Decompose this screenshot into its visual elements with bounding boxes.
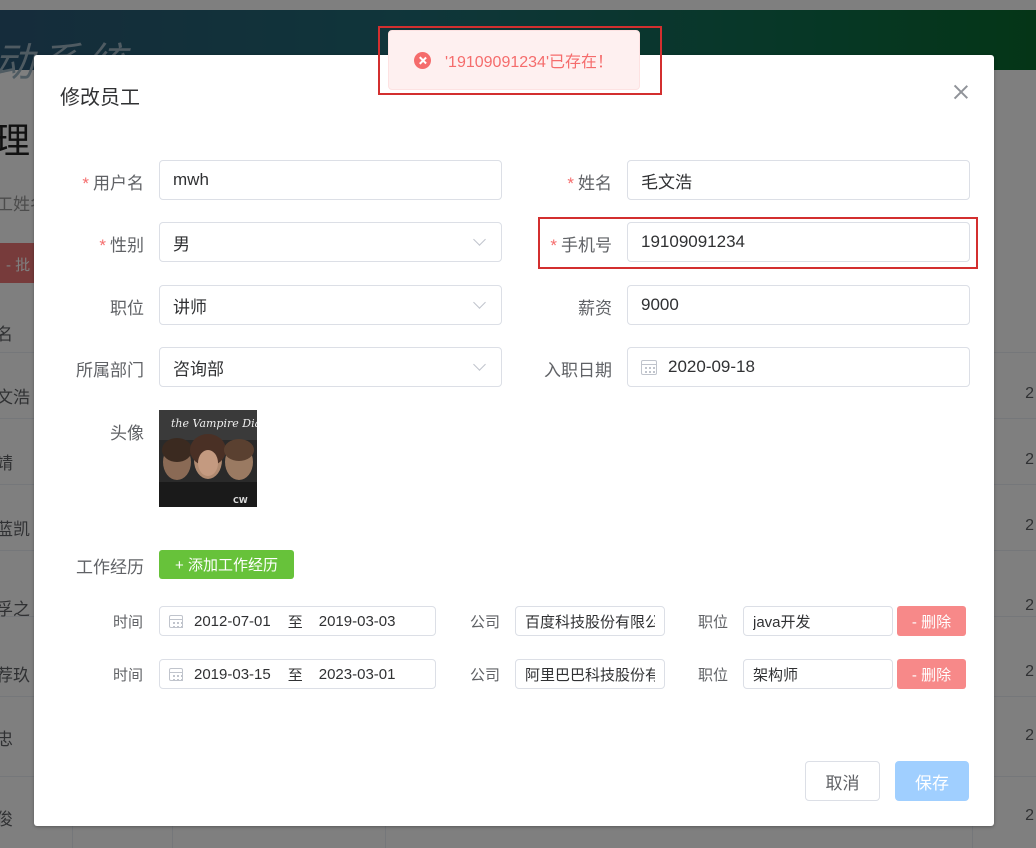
add-work-experience-button[interactable]: + 添加工作经历 — [159, 550, 294, 579]
position-value: 讲师 — [173, 297, 207, 317]
name-label: * 姓名 — [542, 169, 612, 194]
exp-job-value: java开发 — [753, 613, 811, 631]
chevron-down-icon — [473, 296, 486, 309]
calendar-icon — [641, 359, 657, 375]
salary-input[interactable]: 9000 — [627, 285, 970, 325]
exp-company-value: 百度科技股份有限公司 — [525, 613, 655, 631]
exp-time-label: 时间 — [113, 614, 144, 631]
exp-company-input[interactable]: 阿里巴巴科技股份有限公司 — [515, 659, 665, 689]
exp-end-date: 2019-03-03 — [318, 612, 396, 630]
name-label-text: 姓名 — [578, 174, 612, 193]
position-label: 职位 — [110, 299, 144, 318]
department-label: 所属部门 — [76, 361, 144, 380]
salary-value: 9000 — [641, 295, 679, 314]
chevron-down-icon — [473, 233, 486, 246]
entry-date-label: 入职日期 — [544, 361, 612, 380]
delete-experience-button[interactable]: - 删除 — [897, 606, 966, 636]
required-mark: * — [82, 174, 89, 193]
dialog-title: 修改员工 — [60, 87, 140, 109]
avatar-image: the Vampire Diaries CW — [159, 410, 257, 507]
exp-job-input[interactable]: java开发 — [743, 606, 893, 636]
username-input[interactable]: mwh — [159, 160, 502, 200]
exp-job-input[interactable]: 架构师 — [743, 659, 893, 689]
gender-select[interactable]: 男 — [159, 222, 502, 262]
exp-end-date: 2023-03-01 — [318, 665, 396, 683]
exp-company-label: 公司 — [470, 614, 501, 631]
avatar-upload[interactable]: the Vampire Diaries CW — [159, 410, 257, 507]
salary-label: 薪资 — [578, 299, 612, 318]
exp-company-value: 阿里巴巴科技股份有限公司 — [525, 666, 655, 684]
gender-value: 男 — [173, 234, 190, 254]
entry-date-value: 2020-09-18 — [668, 357, 755, 376]
toast-highlight-box — [378, 26, 662, 95]
exp-company-input[interactable]: 百度科技股份有限公司 — [515, 606, 665, 636]
username-value: mwh — [173, 170, 209, 189]
range-separator: 至 — [287, 666, 303, 684]
exp-date-range-picker[interactable]: 2019-03-15 至 2023-03-01 — [159, 659, 436, 689]
work-experience-label: 工作经历 — [76, 558, 144, 577]
name-value: 毛文浩 — [641, 172, 692, 192]
username-label-text: 用户名 — [93, 174, 144, 193]
position-select[interactable]: 讲师 — [159, 285, 502, 325]
department-select[interactable]: 咨询部 — [159, 347, 502, 387]
required-mark: * — [567, 174, 574, 193]
exp-job-value: 架构师 — [753, 666, 799, 684]
gender-label-text: 性别 — [110, 236, 144, 255]
calendar-icon — [169, 667, 183, 681]
required-mark: * — [99, 236, 106, 255]
delete-experience-button[interactable]: - 删除 — [897, 659, 966, 689]
exp-company-label: 公司 — [470, 667, 501, 684]
username-label: * 用户名 — [74, 169, 144, 194]
exp-start-date: 2012-07-01 — [194, 612, 271, 630]
chevron-down-icon — [473, 358, 486, 371]
name-input[interactable]: 毛文浩 — [627, 160, 970, 200]
exp-job-label: 职位 — [698, 667, 729, 684]
gender-label: * 性别 — [74, 231, 144, 256]
calendar-icon — [169, 614, 183, 628]
avatar-title-text: the Vampire Diaries — [171, 417, 257, 430]
department-value: 咨询部 — [173, 359, 224, 379]
range-separator: 至 — [287, 613, 303, 631]
cw-logo-text: CW — [233, 496, 248, 505]
cancel-button[interactable]: 取消 — [805, 761, 880, 801]
phone-highlight-box — [538, 217, 978, 269]
exp-time-label: 时间 — [113, 667, 144, 684]
save-button[interactable]: 保存 — [895, 761, 969, 801]
close-icon[interactable] — [952, 83, 970, 101]
edit-employee-dialog: 修改员工 * 用户名 mwh * 姓名 毛文浩 * 性别 男 * 手机号 1910909… — [34, 55, 994, 826]
exp-job-label: 职位 — [698, 614, 729, 631]
avatar-label: 头像 — [110, 424, 144, 443]
exp-start-date: 2019-03-15 — [194, 665, 271, 683]
entry-date-picker[interactable]: 2020-09-18 — [627, 347, 970, 387]
exp-date-range-picker[interactable]: 2012-07-01 至 2019-03-03 — [159, 606, 436, 636]
